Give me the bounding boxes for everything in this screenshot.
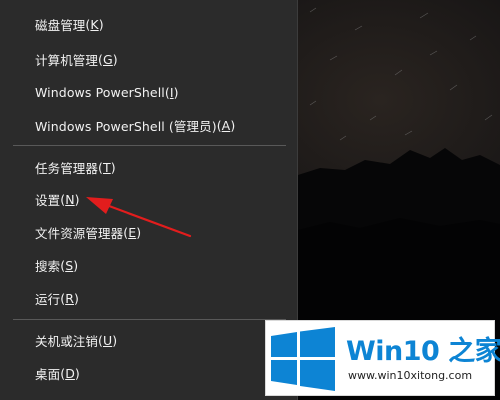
watermark-site-url: www.win10xitong.com [348,369,473,382]
windows-logo-icon [271,327,335,391]
win10-watermark: Win10 之家 www.win10xitong.com [265,320,500,396]
watermark-brand: Win10 之家 [346,336,500,367]
